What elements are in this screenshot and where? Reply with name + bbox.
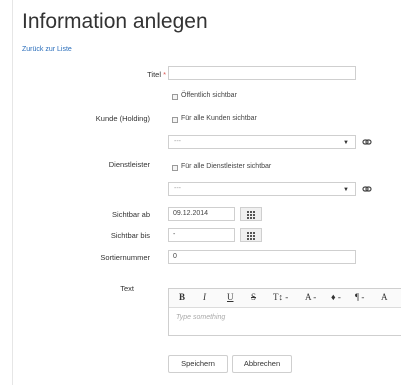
calendar-icon [247,211,255,219]
editor-placeholder: Type something [176,314,226,321]
highlight-button[interactable]: ♦ - [331,292,341,302]
visible-to-input[interactable]: - [168,228,235,242]
text-editor[interactable]: B I U S T↕ - A - ♦ - ¶ - A Type somethin… [168,288,401,336]
strikethrough-button[interactable]: S [251,292,256,302]
visible-from-input[interactable]: 09.12.2014 [168,207,235,221]
paragraph-button[interactable]: ¶ - [355,292,364,302]
italic-button[interactable]: I [203,292,206,302]
chevron-down-icon: ▼ [343,187,349,193]
customer-all-checkbox-label: Für alle Kunden sichtbar [181,115,257,122]
editor-toolbar: B I U S T↕ - A - ♦ - ¶ - A [169,289,401,308]
title-label: Titel * [46,70,166,79]
public-checkbox-label: Öffentlich sichtbar [181,92,237,99]
provider-select[interactable]: --- ▼ [168,182,356,196]
sort-number-input[interactable]: 0 [168,250,356,264]
provider-all-checkbox[interactable] [172,165,178,171]
back-to-list-link[interactable]: Zurück zur Liste [22,46,72,53]
public-checkbox[interactable] [172,94,178,100]
text-label: Text [120,284,134,293]
page-title: Information anlegen [22,10,208,33]
save-button[interactable]: Speichern [168,355,228,373]
provider-select-value: --- [174,185,181,192]
more-format-button[interactable]: A [381,292,388,302]
underline-button[interactable]: U [227,292,234,302]
provider-all-checkbox-label: Für alle Dienstleister sichtbar [181,163,272,170]
font-size-button[interactable]: T↕ - [273,292,288,302]
visible-from-label: Sichtbar ab [112,210,150,219]
required-marker: * [163,70,166,79]
visible-to-calendar-button[interactable] [240,228,262,242]
bold-button[interactable]: B [179,292,185,302]
font-color-button[interactable]: A - [305,292,316,302]
provider-label: Dienstleister [108,160,150,169]
visible-from-calendar-button[interactable] [240,207,262,221]
link-icon[interactable] [362,137,372,147]
title-label-text: Titel [147,70,161,79]
chevron-down-icon: ▼ [343,140,349,146]
sort-number-label: Sortiernummer [100,253,150,262]
cancel-button[interactable]: Abbrechen [232,355,292,373]
calendar-icon [247,232,255,240]
customer-all-checkbox[interactable] [172,117,178,123]
link-icon[interactable] [362,184,372,194]
customer-select[interactable]: --- ▼ [168,135,356,149]
title-input[interactable] [168,66,356,80]
customer-label: Kunde (Holding) [95,114,150,123]
customer-select-value: --- [174,138,181,145]
visible-to-label: Sichtbar bis [110,231,150,240]
